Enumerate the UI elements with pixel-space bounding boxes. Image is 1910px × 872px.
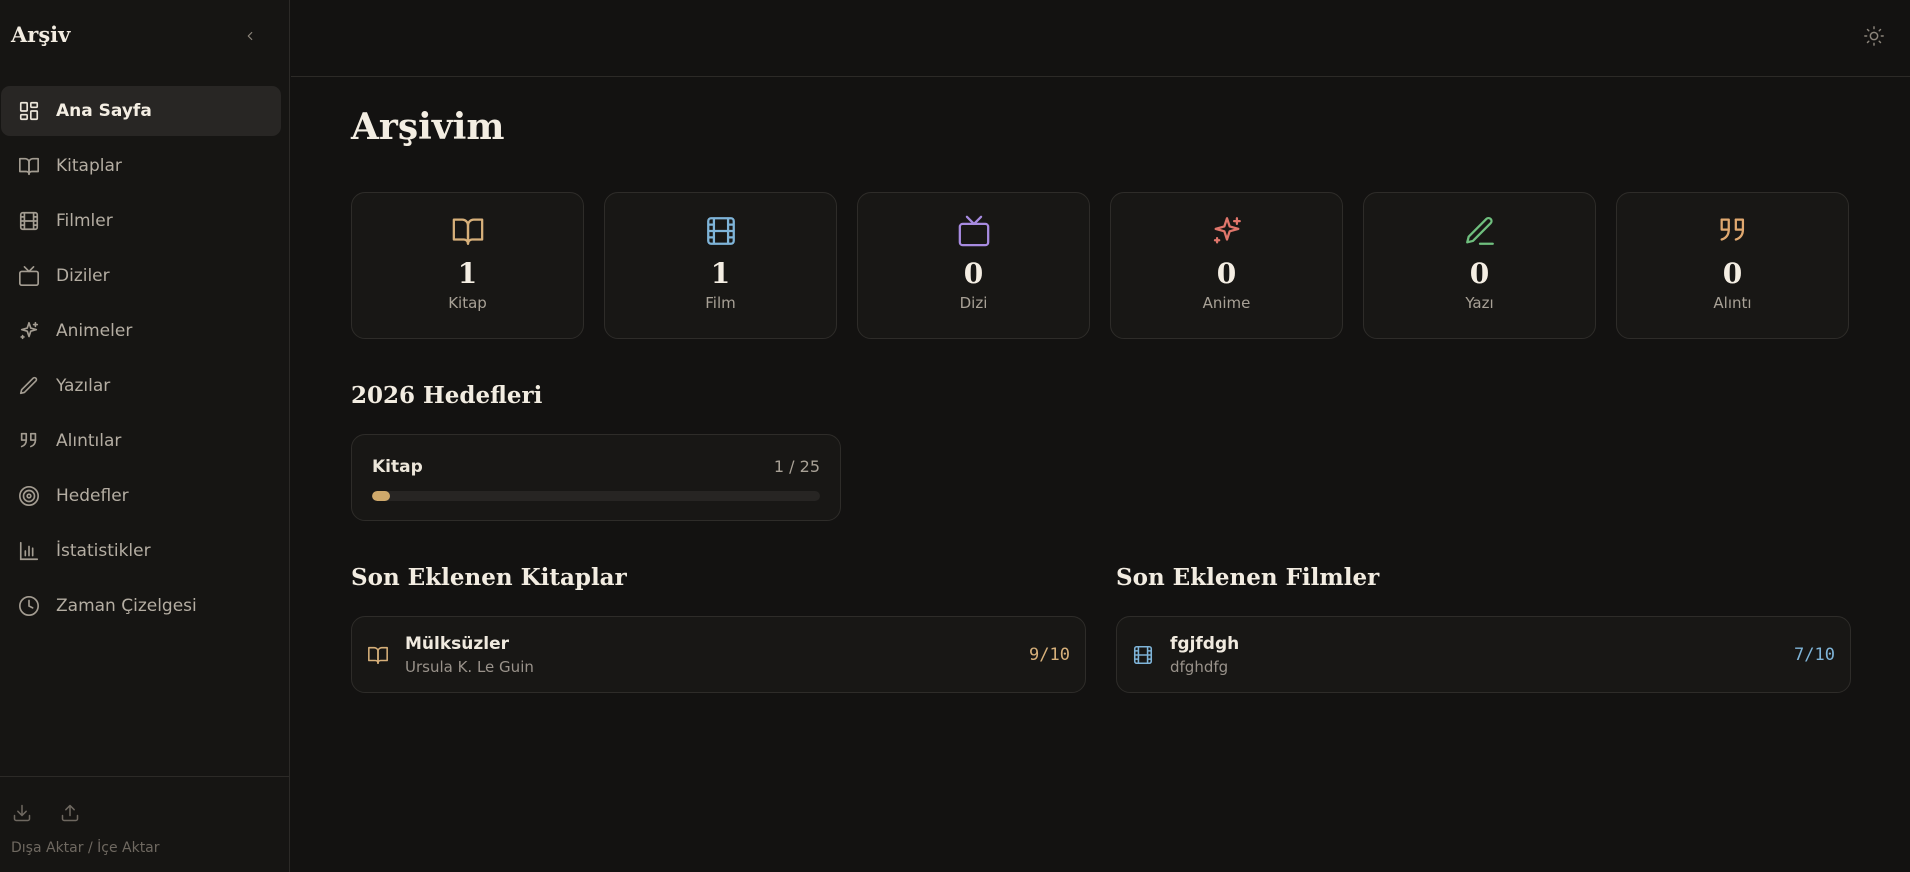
goal-progress-fill <box>372 491 390 501</box>
stat-value: 0 <box>1722 257 1743 290</box>
stat-card-anime[interactable]: 0 Anime <box>1110 192 1343 339</box>
stat-label: Yazı <box>1465 294 1494 312</box>
export-import-label: Dışa Aktar / İçe Aktar <box>11 840 160 856</box>
stat-card-alinti[interactable]: 0 Alıntı <box>1616 192 1849 339</box>
goal-name: Kitap <box>372 457 423 477</box>
clock-icon <box>17 594 41 618</box>
goal-progress-bar <box>372 491 820 501</box>
stat-value: 0 <box>963 257 984 290</box>
sidebar-item-ana-sayfa[interactable]: Ana Sayfa <box>1 86 281 136</box>
film-director: dfghdfg <box>1170 658 1229 676</box>
film-rating: 7/10 <box>1794 645 1835 665</box>
recent-film-item[interactable]: fgjfdgh dfghdfg 7/10 <box>1116 616 1851 693</box>
chevron-left-icon <box>247 31 253 41</box>
stat-value: 0 <box>1469 257 1490 290</box>
quote-icon <box>1715 213 1751 249</box>
sidebar-item-label: İstatistikler <box>56 541 151 561</box>
stat-label: Anime <box>1202 294 1251 312</box>
film-icon <box>1132 644 1154 666</box>
stat-value: 1 <box>710 257 731 290</box>
stat-card-yazi[interactable]: 0 Yazı <box>1363 192 1596 339</box>
book-author: Ursula K. Le Guin <box>405 658 534 676</box>
sparkles-icon <box>17 319 41 343</box>
bar-chart-icon <box>17 539 41 563</box>
stat-label: Kitap <box>448 294 487 312</box>
sidebar-item-label: Ana Sayfa <box>56 101 152 121</box>
export-button[interactable] <box>11 802 33 824</box>
recent-book-item[interactable]: Mülksüzler Ursula K. Le Guin 9/10 <box>351 616 1086 693</box>
recent-films-title: Son Eklenen Filmler <box>1116 564 1380 591</box>
goal-card-kitap: Kitap 1 / 25 <box>351 434 841 521</box>
book-rating: 9/10 <box>1029 645 1070 665</box>
sidebar-item-label: Yazılar <box>56 376 111 396</box>
theme-toggle-button[interactable] <box>1862 24 1886 48</box>
sidebar-item-label: Hedefler <box>56 486 129 506</box>
sidebar-footer: Dışa Aktar / İçe Aktar <box>0 776 290 872</box>
pen-icon <box>1462 213 1498 249</box>
stat-value: 1 <box>457 257 478 290</box>
sidebar-item-filmler[interactable]: Filmler <box>1 196 281 246</box>
page-title: Arşivim <box>351 106 505 148</box>
tv-icon <box>956 213 992 249</box>
sidebar-item-hedefler[interactable]: Hedefler <box>1 471 281 521</box>
sidebar-item-label: Animeler <box>56 321 133 341</box>
sparkles-icon <box>1209 213 1245 249</box>
sidebar-item-label: Filmler <box>56 211 113 231</box>
stat-card-film[interactable]: 1 Film <box>604 192 837 339</box>
top-bar <box>291 0 1910 77</box>
upload-icon <box>61 804 79 822</box>
sidebar-nav: Ana Sayfa Kitaplar Filmler Diziler Anime… <box>1 86 281 636</box>
stat-card-dizi[interactable]: 0 Dizi <box>857 192 1090 339</box>
sidebar: Arşiv Ana Sayfa Kitaplar Filmler Diziler… <box>0 0 290 872</box>
tv-icon <box>17 264 41 288</box>
book-icon <box>450 213 486 249</box>
film-icon <box>17 209 41 233</box>
sidebar-item-label: Zaman Çizelgesi <box>56 596 197 616</box>
sidebar-item-zaman-cizelgesi[interactable]: Zaman Çizelgesi <box>1 581 281 631</box>
sidebar-item-label: Alıntılar <box>56 431 122 451</box>
goals-section-title: 2026 Hedefleri <box>351 382 543 409</box>
recent-books-title: Son Eklenen Kitaplar <box>351 564 627 591</box>
stat-label: Alıntı <box>1713 294 1752 312</box>
collapse-sidebar-button[interactable] <box>240 26 260 46</box>
film-title: fgjfdgh <box>1170 634 1240 654</box>
stat-label: Film <box>705 294 736 312</box>
pen-icon <box>17 374 41 398</box>
sidebar-item-yazilar[interactable]: Yazılar <box>1 361 281 411</box>
dashboard-icon <box>17 99 41 123</box>
sidebar-item-label: Kitaplar <box>56 156 122 176</box>
sidebar-item-kitaplar[interactable]: Kitaplar <box>1 141 281 191</box>
download-icon <box>13 804 31 822</box>
app-brand: Arşiv <box>11 22 71 47</box>
goal-count: 1 / 25 <box>773 457 820 476</box>
stats-row: 1 Kitap 1 Film 0 Dizi 0 Anime 0 Yazı 0 A… <box>351 192 1851 339</box>
sidebar-item-animeler[interactable]: Animeler <box>1 306 281 356</box>
film-icon <box>703 213 739 249</box>
sidebar-item-istatistikler[interactable]: İstatistikler <box>1 526 281 576</box>
import-button[interactable] <box>59 802 81 824</box>
book-icon <box>367 644 389 666</box>
book-icon <box>17 154 41 178</box>
sidebar-item-alintilar[interactable]: Alıntılar <box>1 416 281 466</box>
target-icon <box>17 484 41 508</box>
book-title: Mülksüzler <box>405 634 510 654</box>
sidebar-item-diziler[interactable]: Diziler <box>1 251 281 301</box>
quote-icon <box>17 429 41 453</box>
sun-icon <box>1864 26 1884 46</box>
stat-label: Dizi <box>959 294 988 312</box>
stat-value: 0 <box>1216 257 1237 290</box>
stat-card-kitap[interactable]: 1 Kitap <box>351 192 584 339</box>
sidebar-item-label: Diziler <box>56 266 110 286</box>
